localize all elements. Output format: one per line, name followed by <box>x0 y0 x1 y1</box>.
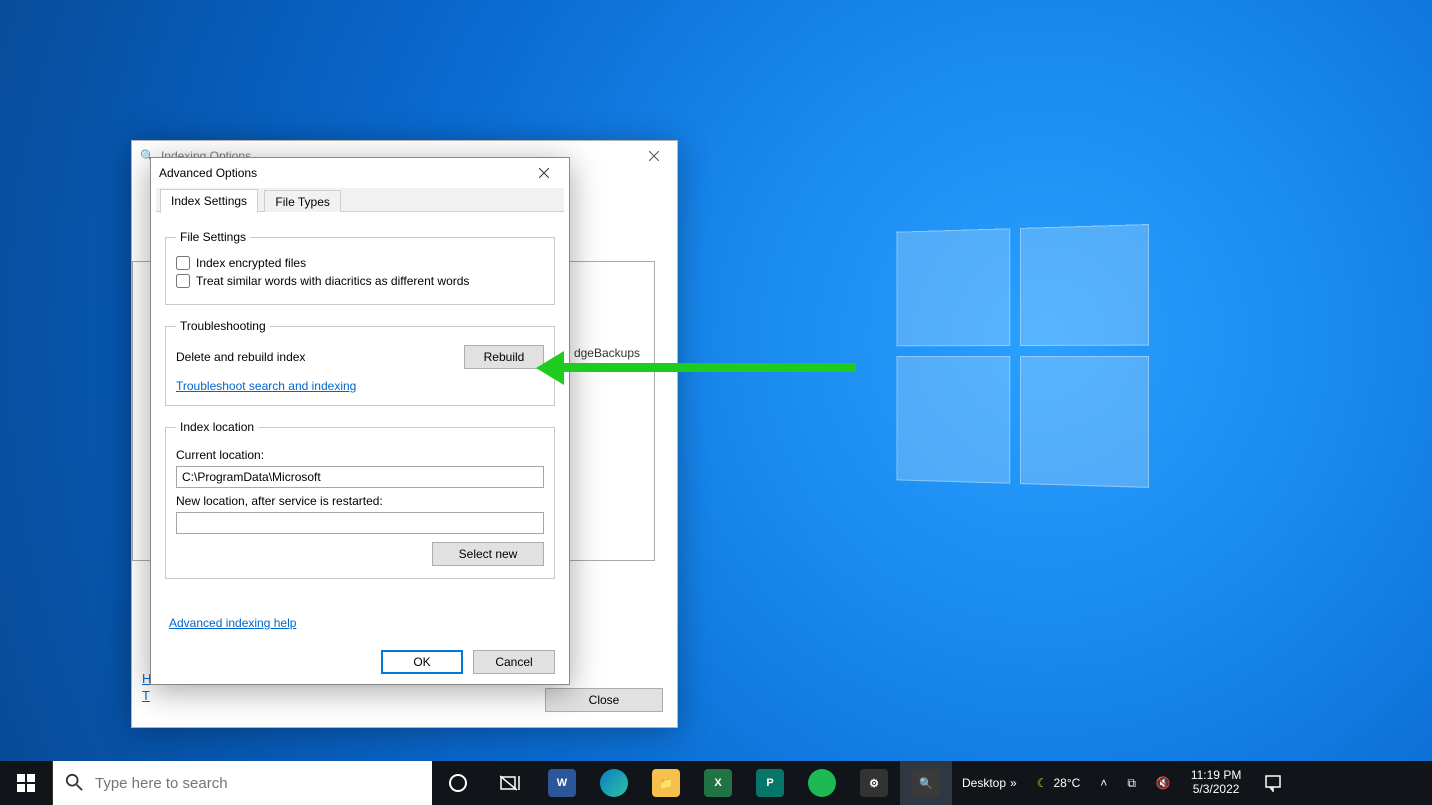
moon-icon: ☾ <box>1037 776 1048 790</box>
action-center-button[interactable] <box>1251 761 1295 805</box>
index-location-legend: Index location <box>176 420 258 434</box>
weather-temp: 28°C <box>1053 776 1080 790</box>
file-settings-legend: File Settings <box>176 230 250 244</box>
advanced-indexing-help-link[interactable]: Advanced indexing help <box>169 616 296 630</box>
advanced-options-dialog: Advanced Options Index Settings File Typ… <box>150 157 570 685</box>
troubleshooting-legend: Troubleshooting <box>176 319 270 333</box>
search-icon <box>65 773 83 794</box>
troubleshoot-search-link[interactable]: Troubleshoot search and indexing <box>176 379 356 393</box>
clock-time: 11:19 PM <box>1191 769 1241 783</box>
desktop-toolbar[interactable]: Desktop » <box>952 761 1027 805</box>
tray-chevron-up[interactable]: ˄ <box>1090 761 1117 805</box>
advanced-options-titlebar[interactable]: Advanced Options <box>151 158 569 188</box>
index-encrypted-label: Index encrypted files <box>196 256 306 270</box>
taskbar-app-spotify[interactable] <box>796 761 848 805</box>
current-location-label: Current location: <box>176 448 544 462</box>
taskbar-app-excel[interactable]: X <box>692 761 744 805</box>
tab-strip: Index Settings File Types <box>156 188 564 212</box>
close-icon <box>649 151 659 161</box>
close-icon <box>539 168 549 178</box>
volume-muted-icon: 🔇 <box>1156 776 1171 790</box>
ok-button[interactable]: OK <box>381 650 463 674</box>
current-location-field[interactable] <box>176 466 544 488</box>
taskbar: W 📁 X P ⚙ 🔍 Desktop » ☾ 28°C ˄ ⧉ 🔇 11:19… <box>0 761 1432 805</box>
desktop-toolbar-label: Desktop <box>962 776 1006 790</box>
tab-index-settings[interactable]: Index Settings <box>160 189 258 213</box>
taskbar-app-word[interactable]: W <box>536 761 588 805</box>
clock-date: 5/3/2022 <box>1191 783 1241 797</box>
tab-file-types[interactable]: File Types <box>264 190 340 212</box>
index-encrypted-checkbox[interactable] <box>176 256 190 270</box>
windows-icon <box>17 774 35 792</box>
indexing-options-close[interactable]: Close <box>545 688 663 712</box>
taskbar-app-edge[interactable] <box>588 761 640 805</box>
notification-icon <box>1264 774 1282 792</box>
start-button[interactable] <box>0 761 52 805</box>
chevron-up-icon: ˄ <box>1100 776 1107 790</box>
taskbar-search[interactable] <box>52 761 432 805</box>
taskbar-app-settings[interactable]: ⚙ <box>848 761 900 805</box>
desktop-windows-logo <box>896 224 1149 490</box>
new-location-label: New location, after service is restarted… <box>176 494 544 508</box>
rebuild-button[interactable]: Rebuild <box>464 345 544 369</box>
chevron-right-icon: » <box>1010 776 1017 790</box>
index-encrypted-row[interactable]: Index encrypted files <box>176 256 544 270</box>
diacritics-row[interactable]: Treat similar words with diacritics as d… <box>176 274 544 288</box>
advanced-options-title: Advanced Options <box>159 166 257 180</box>
weather-widget[interactable]: ☾ 28°C <box>1027 761 1091 805</box>
diacritics-checkbox[interactable] <box>176 274 190 288</box>
tray-volume[interactable]: 🔇 <box>1146 761 1181 805</box>
select-new-button[interactable]: Select new <box>432 542 544 566</box>
task-view-button[interactable] <box>484 761 536 805</box>
indexing-options-close-button[interactable] <box>631 141 677 171</box>
taskbar-app-indexing[interactable]: 🔍 <box>900 761 952 805</box>
delete-rebuild-label: Delete and rebuild index <box>176 350 305 364</box>
taskbar-search-input[interactable] <box>95 761 432 805</box>
tray-ime[interactable]: ⧉ <box>1117 761 1146 805</box>
taskbar-app-publisher[interactable]: P <box>744 761 796 805</box>
advanced-options-close-button[interactable] <box>523 158 565 188</box>
taskbar-app-explorer[interactable]: 📁 <box>640 761 692 805</box>
troubleshooting-group: Troubleshooting Delete and rebuild index… <box>165 319 555 406</box>
file-settings-group: File Settings Index encrypted files Trea… <box>165 230 555 305</box>
diacritics-label: Treat similar words with diacritics as d… <box>196 274 469 288</box>
new-location-field[interactable] <box>176 512 544 534</box>
cortana-button[interactable] <box>432 761 484 805</box>
cancel-button[interactable]: Cancel <box>473 650 555 674</box>
index-location-group: Index location Current location: New loc… <box>165 420 555 579</box>
taskbar-clock[interactable]: 11:19 PM 5/3/2022 <box>1181 769 1251 797</box>
ime-icon: ⧉ <box>1127 776 1136 791</box>
parent-help-link-t[interactable]: T <box>142 688 151 703</box>
